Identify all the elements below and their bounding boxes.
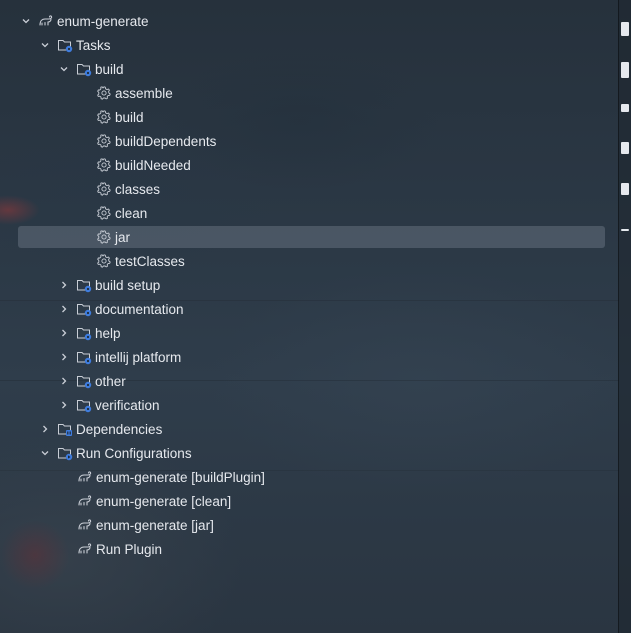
- tree-node-label: buildDependents: [115, 133, 217, 149]
- tree-node-task-group[interactable]: documentation: [0, 297, 612, 321]
- toolbar-icon[interactable]: [621, 22, 629, 36]
- tree-node-label: jar: [115, 229, 131, 245]
- tree-node-dependencies[interactable]: Dependencies: [0, 417, 612, 441]
- folder-gear-icon: [76, 325, 92, 341]
- tree-node-label: enum-generate [buildPlugin]: [96, 469, 265, 485]
- tree-node-label: classes: [115, 181, 161, 197]
- tree-node-label: verification: [95, 397, 160, 413]
- tree-node-task-group-build[interactable]: build: [0, 57, 612, 81]
- tree-node-run-configuration[interactable]: enum-generate [jar]: [0, 513, 612, 537]
- tree-node-task-group[interactable]: intellij platform: [0, 345, 612, 369]
- gear-icon: [96, 109, 112, 125]
- gear-icon: [96, 157, 112, 173]
- chevron-down-icon[interactable]: [58, 63, 70, 75]
- chevron-down-icon[interactable]: [39, 39, 51, 51]
- chevron-right-icon[interactable]: [58, 279, 70, 291]
- tree-node-label: build: [115, 109, 144, 125]
- gear-icon: [96, 229, 112, 245]
- chevron-right-icon[interactable]: [58, 375, 70, 387]
- gradle-elephant-icon: [77, 493, 93, 509]
- gear-icon: [96, 85, 112, 101]
- tree-node-label: intellij platform: [95, 349, 182, 365]
- chevron-down-icon[interactable]: [20, 15, 32, 27]
- tree-node-task[interactable]: testClasses: [0, 249, 612, 273]
- tree-node-tasks[interactable]: Tasks: [0, 33, 612, 57]
- tree-node-task-group[interactable]: help: [0, 321, 612, 345]
- gradle-elephant-icon: [77, 541, 93, 557]
- toolbar-icon[interactable]: [621, 104, 629, 112]
- chevron-right-icon[interactable]: [58, 327, 70, 339]
- right-toolbar-strip: [618, 0, 631, 633]
- tree-node-label: other: [95, 373, 126, 389]
- gear-icon: [96, 253, 112, 269]
- folder-gear-icon: [76, 301, 92, 317]
- tree-node-label: testClasses: [115, 253, 185, 269]
- tree-node-task[interactable]: build: [0, 105, 612, 129]
- tree-node-label: clean: [115, 205, 148, 221]
- tree-node-label: enum-generate: [57, 13, 149, 29]
- folder-gear-icon: [76, 349, 92, 365]
- toolbar-icon[interactable]: [621, 62, 629, 78]
- chevron-down-icon[interactable]: [39, 447, 51, 459]
- tree-node-label: documentation: [95, 301, 184, 317]
- tree-node-task[interactable]: buildNeeded: [0, 153, 612, 177]
- tree-node-task[interactable]: assemble: [0, 81, 612, 105]
- chevron-right-icon[interactable]: [58, 351, 70, 363]
- chevron-right-icon[interactable]: [39, 423, 51, 435]
- tree-node-run-configurations[interactable]: Run Configurations: [0, 441, 612, 465]
- folder-gear-icon: [76, 397, 92, 413]
- tree-node-task-group[interactable]: other: [0, 369, 612, 393]
- tree-node-label: Run Plugin: [96, 541, 163, 557]
- tree-node-task[interactable]: classes: [0, 177, 612, 201]
- folder-gear-icon: [57, 37, 73, 53]
- tree-node-task[interactable]: clean: [0, 201, 612, 225]
- tree-node-label: Tasks: [76, 37, 111, 53]
- chevron-right-icon[interactable]: [58, 399, 70, 411]
- tree-node-label: Dependencies: [76, 421, 163, 437]
- chevron-right-icon[interactable]: [58, 303, 70, 315]
- tree-node-task-selected[interactable]: jar: [0, 225, 612, 249]
- tree-node-label: build: [95, 61, 124, 77]
- tree-node-run-configuration[interactable]: Run Plugin: [0, 537, 612, 561]
- folder-run-icon: [57, 445, 73, 461]
- folder-gear-icon: [76, 277, 92, 293]
- folder-gear-icon: [76, 373, 92, 389]
- tree-node-label: enum-generate [jar]: [96, 517, 214, 533]
- tree-node-project[interactable]: enum-generate: [0, 9, 612, 33]
- tree-node-label: help: [95, 325, 121, 341]
- toolbar-icon[interactable]: [621, 183, 629, 195]
- folder-gear-icon: [76, 61, 92, 77]
- tree-node-task-group[interactable]: verification: [0, 393, 612, 417]
- tree-node-label: Run Configurations: [76, 445, 192, 461]
- gear-icon: [96, 133, 112, 149]
- gradle-elephant-icon: [38, 13, 54, 29]
- tree-node-label: assemble: [115, 85, 173, 101]
- tree-node-run-configuration[interactable]: enum-generate [buildPlugin]: [0, 465, 612, 489]
- gear-icon: [96, 205, 112, 221]
- gradle-tool-window-tree: enum-generate Tasks build assemble build: [0, 9, 612, 561]
- folder-library-icon: [57, 421, 73, 437]
- toolbar-icon[interactable]: [621, 229, 629, 231]
- tree-node-label: enum-generate [clean]: [96, 493, 232, 509]
- tree-node-label: build setup: [95, 277, 161, 293]
- tree-node-task-group[interactable]: build setup: [0, 273, 612, 297]
- tree-node-task[interactable]: buildDependents: [0, 129, 612, 153]
- tree-node-run-configuration[interactable]: enum-generate [clean]: [0, 489, 612, 513]
- gear-icon: [96, 181, 112, 197]
- gradle-elephant-icon: [77, 469, 93, 485]
- gradle-elephant-icon: [77, 517, 93, 533]
- tree-node-label: buildNeeded: [115, 157, 191, 173]
- toolbar-icon[interactable]: [621, 142, 629, 154]
